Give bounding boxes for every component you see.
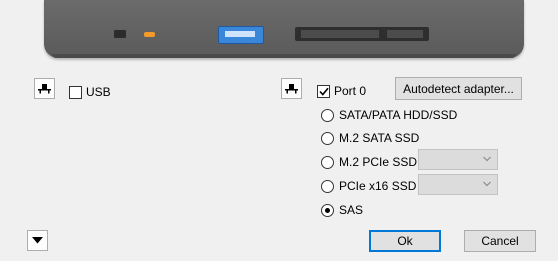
port-connector-button[interactable] xyxy=(281,78,302,99)
port-connector-icon xyxy=(38,84,51,94)
usb-checkbox-box[interactable] xyxy=(69,85,82,99)
autodetect-adapter-label: Autodetect adapter... xyxy=(403,81,514,96)
usb-port-graphic xyxy=(218,26,264,44)
radio-m2-sata-circle[interactable] xyxy=(321,131,334,145)
port0-checkbox-box[interactable] xyxy=(317,84,330,98)
radio-sata-pata-label: SATA/PATA HDD/SSD xyxy=(339,108,458,122)
chevron-down-icon xyxy=(483,181,491,187)
usb-checkbox[interactable]: USB xyxy=(69,85,111,99)
autodetect-adapter-button[interactable]: Autodetect adapter... xyxy=(395,77,522,100)
radio-pcie-x16-label: PCIe x16 SSD xyxy=(339,179,417,193)
activity-led xyxy=(144,32,155,37)
radio-sas-label: SAS xyxy=(339,203,364,217)
cancel-button-label: Cancel xyxy=(481,234,519,248)
radio-sata-pata[interactable]: SATA/PATA HDD/SSD xyxy=(321,108,457,122)
m2-pcie-dropdown[interactable] xyxy=(418,149,498,170)
radio-m2-pcie-circle[interactable] xyxy=(321,155,334,169)
radio-sas[interactable]: SAS xyxy=(321,203,363,217)
usb-checkbox-label: USB xyxy=(86,85,111,99)
radio-sas-circle[interactable] xyxy=(321,203,334,217)
radio-pcie-x16[interactable]: PCIe x16 SSD xyxy=(321,179,416,193)
device-illustration xyxy=(44,0,524,58)
radio-m2-pcie[interactable]: M.2 PCIe SSD xyxy=(321,155,417,169)
ok-button[interactable]: Ok xyxy=(369,230,441,252)
cancel-button[interactable]: Cancel xyxy=(464,230,536,252)
radio-sata-pata-circle[interactable] xyxy=(321,108,334,122)
radio-m2-sata-label: M.2 SATA SSD xyxy=(339,131,420,145)
port0-checkbox[interactable]: Port 0 xyxy=(317,84,366,98)
port-connector-icon xyxy=(285,84,298,94)
port0-checkbox-label: Port 0 xyxy=(334,84,367,98)
radio-pcie-x16-circle[interactable] xyxy=(321,179,334,193)
radio-m2-pcie-label: M.2 PCIe SSD xyxy=(339,155,418,169)
radio-m2-sata[interactable]: M.2 SATA SSD xyxy=(321,131,419,145)
expand-button[interactable] xyxy=(27,230,48,251)
small-port xyxy=(114,30,126,38)
sata-port-graphic xyxy=(295,27,429,41)
usb-connector-button[interactable] xyxy=(34,78,55,99)
expand-down-icon xyxy=(32,237,43,244)
pcie-x16-dropdown[interactable] xyxy=(418,174,498,195)
ok-button-label: Ok xyxy=(397,234,413,248)
checkmark-icon xyxy=(318,87,329,96)
chevron-down-icon xyxy=(483,156,491,162)
